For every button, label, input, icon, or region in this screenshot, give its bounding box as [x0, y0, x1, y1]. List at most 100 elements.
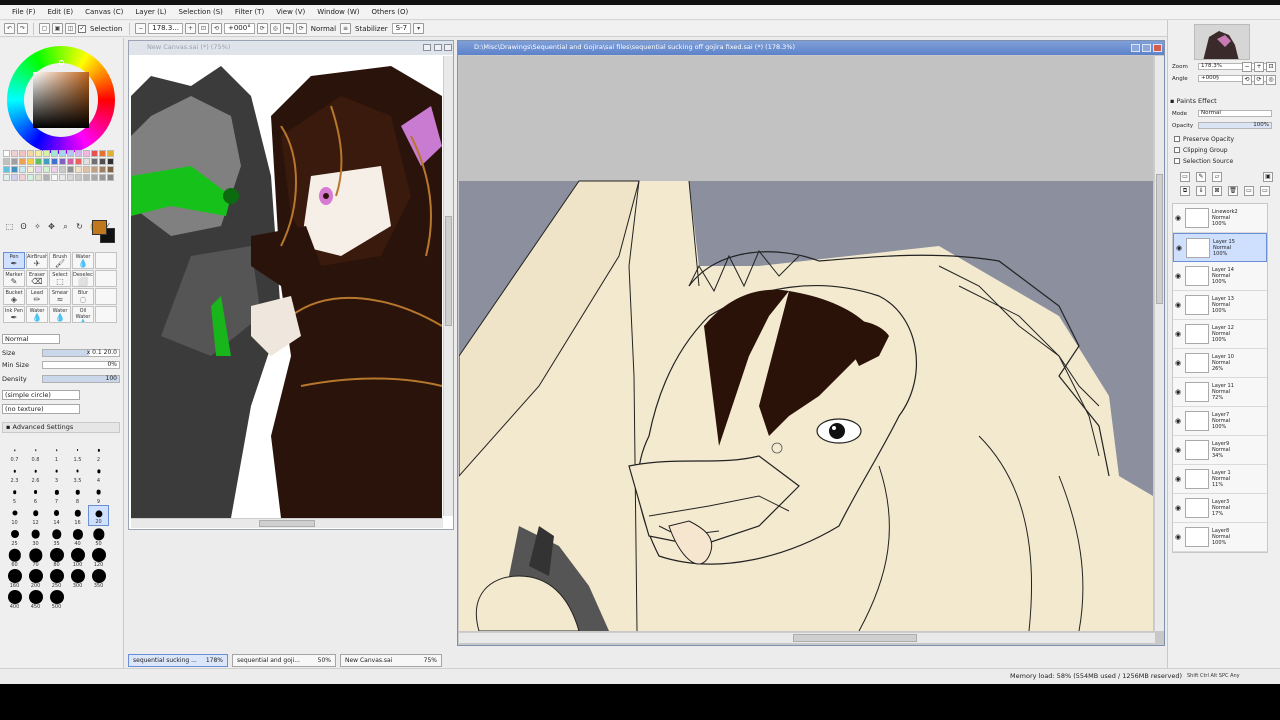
min-size-slider[interactable]: 0% [42, 361, 120, 369]
brush-size-preset[interactable]: 5 [4, 484, 25, 505]
maximize-icon[interactable] [434, 44, 442, 51]
brush-size-preset[interactable]: 2 [88, 442, 109, 463]
zoom-reset-icon[interactable]: ⊡ [197, 23, 209, 34]
visibility-eye-icon[interactable]: ◉ [1173, 475, 1183, 483]
color-swatch[interactable] [91, 174, 98, 181]
color-swatch[interactable] [75, 166, 82, 173]
stabilizer-icon[interactable]: ≡ [340, 23, 352, 34]
navigator-thumbnail[interactable] [1194, 24, 1250, 60]
brush-tool[interactable] [95, 270, 117, 287]
brush-size-preset[interactable]: 40 [67, 526, 88, 547]
brush-tool[interactable]: Select ⬚ [49, 270, 71, 287]
brush-size-preset[interactable]: 100 [67, 547, 88, 568]
menu-selection[interactable]: Selection (S) [173, 8, 229, 16]
secondary-vertical-scroll-thumb[interactable] [445, 216, 452, 326]
brush-size-preset[interactable]: 0.8 [25, 442, 46, 463]
zoom-field[interactable]: 178.3... [148, 23, 183, 34]
maximize-icon[interactable] [1142, 44, 1151, 52]
dropdown-icon[interactable]: ▾ [413, 23, 425, 34]
close-icon[interactable] [444, 44, 452, 51]
brush-tool[interactable]: Water 💧 [72, 252, 94, 269]
move-icon[interactable]: ✥ [46, 221, 57, 232]
brush-tool[interactable]: Oil Water💧 [72, 306, 94, 323]
swatch-grid[interactable] [3, 150, 120, 212]
angle-field[interactable]: +000° [223, 23, 255, 34]
clear-layer-icon[interactable]: ⊠ [1212, 186, 1222, 196]
color-swatch[interactable] [83, 150, 90, 157]
rotate-reset-icon[interactable]: ◎ [269, 23, 281, 34]
visibility-eye-icon[interactable]: ◉ [1173, 504, 1183, 512]
hide-selection-icon[interactable]: ◫ [65, 23, 76, 34]
layer-opacity-slider[interactable]: 100% [1198, 122, 1272, 129]
preserve-opacity-checkbox[interactable]: Preserve Opacity [1174, 135, 1234, 144]
color-swatch[interactable] [35, 150, 42, 157]
color-swatch[interactable] [35, 174, 42, 181]
brush-size-preset[interactable]: 50 [88, 526, 109, 547]
visibility-eye-icon[interactable]: ◉ [1173, 359, 1183, 367]
paints-effect-header[interactable]: ▪ Paints Effect [1170, 96, 1275, 106]
zoom-in-icon[interactable]: + [1254, 62, 1264, 72]
visibility-eye-icon[interactable]: ◉ [1173, 214, 1183, 222]
zoom-tool-icon[interactable]: ⌕ [60, 221, 71, 232]
color-wheel[interactable] [7, 46, 115, 154]
main-vertical-scrollbar[interactable] [1154, 56, 1164, 631]
color-saturation-square[interactable] [33, 72, 89, 128]
brush-size-preset[interactable]: 35 [46, 526, 67, 547]
brush-size-preset[interactable]: 10 [4, 505, 25, 526]
color-swatch[interactable] [3, 174, 10, 181]
menu-layer[interactable]: Layer (L) [129, 8, 172, 16]
hue-marker[interactable] [59, 60, 64, 65]
color-swatch[interactable] [27, 174, 34, 181]
menu-window[interactable]: Window (W) [311, 8, 365, 16]
color-swatch[interactable] [99, 174, 106, 181]
rotate-view-icon[interactable]: ⟳ [295, 23, 307, 34]
brush-size-preset[interactable]: 0.7 [4, 442, 25, 463]
brush-size-preset[interactable]: 1.5 [67, 442, 88, 463]
color-swatch[interactable] [3, 150, 10, 157]
rotate-left-icon[interactable]: ⟲ [1242, 75, 1252, 85]
rotate-left-icon[interactable]: ⟲ [210, 23, 222, 34]
visibility-eye-icon[interactable]: ◉ [1173, 533, 1183, 541]
menu-view[interactable]: View (V) [270, 8, 311, 16]
zoom-out-icon[interactable]: − [135, 23, 147, 34]
color-swatch[interactable] [11, 166, 18, 173]
brush-size-preset[interactable]: 350 [88, 568, 109, 589]
color-swatch[interactable] [43, 158, 50, 165]
brush-tool[interactable]: Smear ≈ [49, 288, 71, 305]
lasso-icon[interactable]: ʘ [18, 221, 29, 232]
brush-size-preset[interactable]: 3 [46, 463, 67, 484]
selection-source-checkbox[interactable]: Selection Source [1174, 157, 1233, 166]
main-canvas-title[interactable]: D:\Misc\Drawings\Sequential and Gojira\s… [458, 41, 1164, 55]
layer-row[interactable]: ◉ Layer8 Normal 100% [1173, 523, 1267, 552]
secondary-horizontal-scrollbar[interactable] [131, 518, 443, 528]
layer-row[interactable]: ◉ Layer 13 Normal 100% [1173, 291, 1267, 320]
brush-size-preset[interactable]: 30 [25, 526, 46, 547]
brush-size-preset[interactable]: 20 [88, 505, 109, 526]
color-swatch[interactable] [99, 158, 106, 165]
layer-extra2-icon[interactable]: ▭ [1260, 186, 1270, 196]
color-swatch[interactable] [19, 158, 26, 165]
color-swatch[interactable] [11, 158, 18, 165]
zoom-out-icon[interactable]: − [1242, 62, 1252, 72]
color-swatch[interactable] [75, 158, 82, 165]
brush-size-preset[interactable]: 25 [4, 526, 25, 547]
merge-down-icon[interactable]: ⇓ [1196, 186, 1206, 196]
rotate-right-icon[interactable]: ⟳ [1254, 75, 1264, 85]
color-swatch[interactable] [11, 174, 18, 181]
color-swatch[interactable] [91, 158, 98, 165]
blend-mode-select[interactable]: Normal [2, 334, 60, 344]
color-swatch[interactable] [107, 150, 114, 157]
brush-size-preset[interactable]: 7 [46, 484, 67, 505]
brush-size-preset[interactable]: 80 [46, 547, 67, 568]
restore-icon[interactable] [423, 44, 431, 51]
brush-size-preset[interactable]: 4 [88, 463, 109, 484]
restore-icon[interactable] [1131, 44, 1140, 52]
layer-row[interactable]: ◉ Layer 12 Normal 100% [1173, 320, 1267, 349]
zoom-reset-icon[interactable]: ⊡ [1266, 62, 1276, 72]
color-swatch[interactable] [19, 174, 26, 181]
selection-checkbox[interactable]: ✓ [78, 24, 86, 33]
brush-texture-select[interactable]: (no texture) [2, 404, 80, 414]
color-swatch[interactable] [51, 150, 58, 157]
undo-icon[interactable]: ↶ [4, 23, 15, 34]
brush-tool[interactable]: Bucket ◈ [3, 288, 25, 305]
